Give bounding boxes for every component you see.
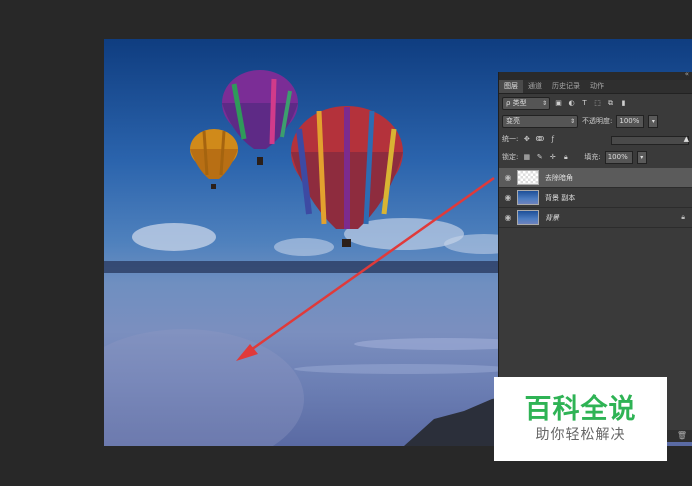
fill-label: 填充: (584, 153, 601, 161)
trash-icon[interactable]: 🗑︎ (677, 431, 687, 440)
watermark-badge: 百科全说 助你轻松解决 (494, 377, 667, 461)
eye-icon[interactable]: ◉ (499, 213, 517, 222)
eye-icon[interactable]: ◉ (499, 173, 517, 182)
filter-row: ρ 类型 ⇕ ▣ ◐ T ⬚ ⧉ ▮ (499, 94, 692, 112)
blend-mode-value: 变亮 (506, 116, 520, 125)
lock-position-icon[interactable]: ✛ (548, 153, 557, 162)
lock-all-icon[interactable]: 🔒︎ (561, 153, 570, 162)
layer-row-background-copy[interactable]: ◉ 背景 副本 (499, 188, 692, 208)
lock-transparency-icon[interactable]: ▦ (522, 153, 531, 162)
panel-tabs: 图层 通道 历史记录 动作 (499, 80, 692, 94)
layers-list: ◉ 去除暗角 ◉ 背景 副本 ◉ 背景 🔒︎ (499, 168, 692, 228)
select-arrow-icon: ⇕ (569, 117, 575, 125)
lock-pixels-icon[interactable]: ✎ (535, 153, 544, 162)
tab-history[interactable]: 历史记录 (547, 80, 585, 93)
layer-row-remove-vignette[interactable]: ◉ 去除暗角 (499, 168, 692, 188)
panel-topbar: « (499, 70, 692, 80)
layer-name: 去除暗角 (545, 173, 573, 182)
opacity-label: 不透明度: (582, 117, 613, 125)
opacity-input[interactable]: 100% (616, 114, 645, 128)
unify-visibility-icon[interactable]: ↂ (535, 135, 545, 144)
eye-icon[interactable]: ◉ (499, 193, 517, 202)
tab-actions[interactable]: 动作 (585, 80, 609, 93)
lock-icon: 🔒︎ (681, 213, 685, 221)
opacity-dropdown-icon[interactable]: ▾ (648, 114, 659, 128)
unify-position-icon[interactable]: ✥ (522, 135, 531, 144)
layer-thumbnail (517, 210, 539, 225)
layer-name: 背景 (545, 213, 559, 222)
lock-row: 锁定: ▦ ✎ ✛ 🔒︎ 填充: 100% ▾ (499, 148, 692, 166)
layer-thumbnail (517, 170, 539, 185)
blend-row: 变亮 ⇕ 不透明度: 100% ▾ (499, 112, 692, 130)
adjustment-filter-icon[interactable]: ◐ (567, 99, 576, 108)
layer-name: 背景 副本 (545, 193, 576, 202)
tab-layers[interactable]: 图层 (499, 80, 523, 93)
tab-channels[interactable]: 通道 (523, 80, 547, 93)
layer-thumbnail (517, 190, 539, 205)
filter-toggle-icon[interactable]: ▮ (619, 99, 628, 108)
slider-knob-icon[interactable]: ▲ (684, 135, 689, 143)
shape-filter-icon[interactable]: ⬚ (593, 99, 602, 108)
type-filter-icon[interactable]: T (580, 99, 589, 108)
kind-filter-select[interactable]: ρ 类型 ⇕ (502, 96, 550, 110)
unify-style-icon[interactable]: ƒ (548, 135, 557, 144)
kind-filter-label: ρ 类型 (506, 98, 527, 107)
unify-label: 统一: (502, 135, 519, 143)
watermark-title: 百科全说 (524, 394, 637, 425)
select-arrow-icon: ⇕ (541, 99, 547, 107)
layer-row-background[interactable]: ◉ 背景 🔒︎ (499, 208, 692, 228)
blend-mode-select[interactable]: 变亮 ⇕ (502, 114, 578, 128)
fill-dropdown-icon[interactable]: ▾ (636, 150, 647, 164)
fill-input[interactable]: 100% (604, 150, 633, 164)
double-chevron-icon[interactable]: « (685, 70, 689, 78)
smart-object-filter-icon[interactable]: ⧉ (606, 99, 615, 108)
image-filter-icon[interactable]: ▣ (554, 99, 563, 108)
lock-label: 锁定: (502, 153, 519, 161)
watermark-subtitle: 助你轻松解决 (535, 427, 626, 443)
opacity-slider-track[interactable] (611, 136, 689, 145)
